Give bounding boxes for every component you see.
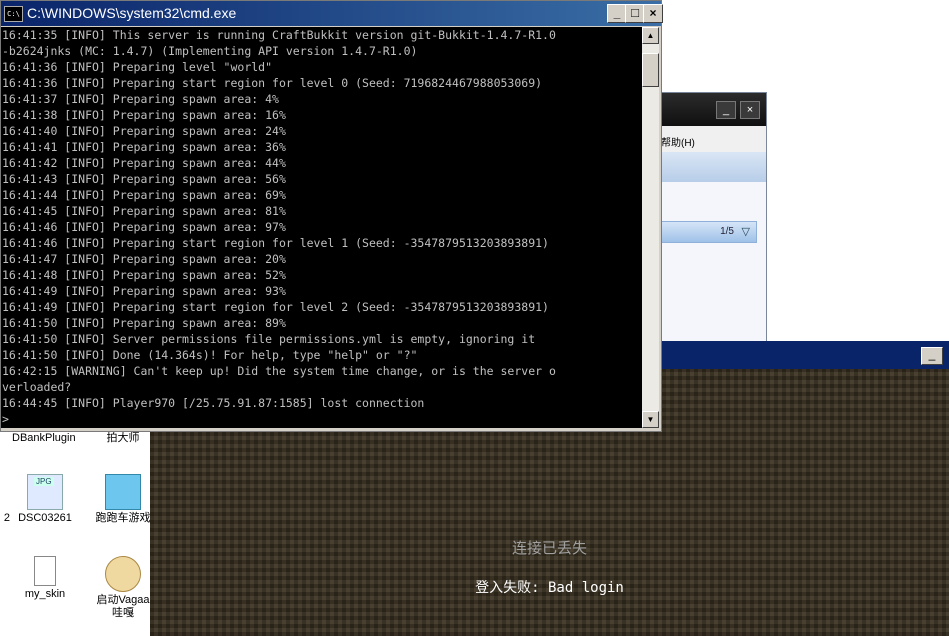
pager-text: 1/5 [720,226,734,237]
console-line: 16:41:49 [INFO] Preparing spawn area: 93… [2,284,286,298]
desktop-icon-label: 跑跑车游戏 [95,512,151,524]
console-line: 16:41:41 [INFO] Preparing spawn area: 36… [2,140,286,154]
desktop-icon-label: DBankPlugin [12,432,76,444]
vagaa-icon [105,556,141,592]
desktop-icon-vagaa[interactable]: 启动Vagaa哇嘎 [94,556,152,620]
console-line: -b2624jnks (MC: 1.4.7) (Implementing API… [2,44,418,58]
vertical-scrollbar[interactable]: ▲ ▼ [642,27,659,428]
desktop-icon-partial[interactable]: 2 [0,512,10,525]
desktop-icon-label: my_skin [24,588,66,600]
console-line: 16:41:49 [INFO] Preparing start region f… [2,300,549,314]
console-output[interactable]: 16:41:35 [INFO] This server is running C… [1,27,642,428]
console-line: 16:41:43 [INFO] Preparing spawn area: 56… [2,172,286,186]
desktop-icon-label: 2 [3,512,10,524]
console-prompt: > [2,412,9,426]
desktop-icon-paidashi[interactable]: 拍大师 [94,432,152,445]
console-line: 16:41:36 [INFO] Preparing level "world" [2,60,273,74]
background-close-button[interactable]: × [740,101,760,119]
minimize-button[interactable]: _ [607,4,627,23]
console-line: 16:41:42 [INFO] Preparing spawn area: 44… [2,156,286,170]
scroll-up-icon[interactable]: ▲ [642,27,659,44]
image-file-icon: JPG [27,474,63,510]
scroll-down-icon[interactable]: ▼ [642,411,659,428]
console-line: 16:41:36 [INFO] Preparing start region f… [2,76,543,90]
console-line: 16:41:48 [INFO] Preparing spawn area: 52… [2,268,286,282]
minecraft-minimize-button[interactable]: _ [921,347,943,365]
maximize-button[interactable]: □ [625,4,645,23]
cmd-title: C:\WINDOWS\system32\cmd.exe [27,5,237,21]
console-line: 16:41:50 [INFO] Preparing spawn area: 89… [2,316,286,330]
close-button[interactable]: × [643,4,663,23]
console-line: 16:41:50 [INFO] Server permissions file … [2,332,536,346]
console-line: 16:41:46 [INFO] Preparing spawn area: 97… [2,220,286,234]
background-minimize-button[interactable]: _ [716,101,736,119]
console-line: 16:41:50 [INFO] Done (14.364s)! For help… [2,348,418,362]
console-line: 16:41:45 [INFO] Preparing spawn area: 81… [2,204,286,218]
jpg-label: JPG [34,477,54,486]
scroll-thumb[interactable] [642,53,659,87]
console-line: 16:42:15 [WARNING] Can't keep up! Did th… [2,364,556,378]
console-line: 16:41:47 [INFO] Preparing spawn area: 20… [2,252,286,266]
console-line: 16:41:44 [INFO] Preparing spawn area: 69… [2,188,286,202]
cmd-icon[interactable]: C:\ [4,6,23,22]
desktop-icon-dbankplugin[interactable]: DBankPlugin [12,432,76,445]
console-line: 16:41:46 [INFO] Preparing start region f… [2,236,549,250]
desktop-icon-my-skin[interactable]: my_skin [16,556,74,601]
cmd-titlebar[interactable]: C:\ C:\WINDOWS\system32\cmd.exe _ □ × [1,1,663,26]
chevron-down-icon[interactable]: ▽ [742,225,750,238]
console-line: 16:41:35 [INFO] This server is running C… [2,28,556,42]
desktop-icon-label: 启动Vagaa哇嘎 [96,594,150,619]
console-line: 16:41:40 [INFO] Preparing spawn area: 24… [2,124,286,138]
console-line: verloaded? [2,380,72,394]
console-line: 16:41:38 [INFO] Preparing spawn area: 16… [2,108,286,122]
desktop-icon-label: DSC03261 [18,512,72,524]
desktop-icon-label: 拍大师 [106,432,140,444]
game-icon [105,474,141,510]
desktop-icon-dsc03261[interactable]: JPG DSC03261 [16,474,74,525]
login-failed-message: 登入失败: Bad login [475,580,624,596]
desktop-icon-paopaoche[interactable]: 跑跑车游戏 [94,474,152,525]
console-line: 16:44:45 [INFO] Player970 [/25.75.91.87:… [2,396,425,410]
console-line: 16:41:37 [INFO] Preparing spawn area: 4% [2,92,279,106]
connection-lost-title: 连接已丢失 [511,539,587,557]
cmd-window: C:\ C:\WINDOWS\system32\cmd.exe _ □ × 16… [0,0,663,432]
text-file-icon [34,556,56,586]
background-pager[interactable]: 1/5 ▽ [659,221,757,243]
